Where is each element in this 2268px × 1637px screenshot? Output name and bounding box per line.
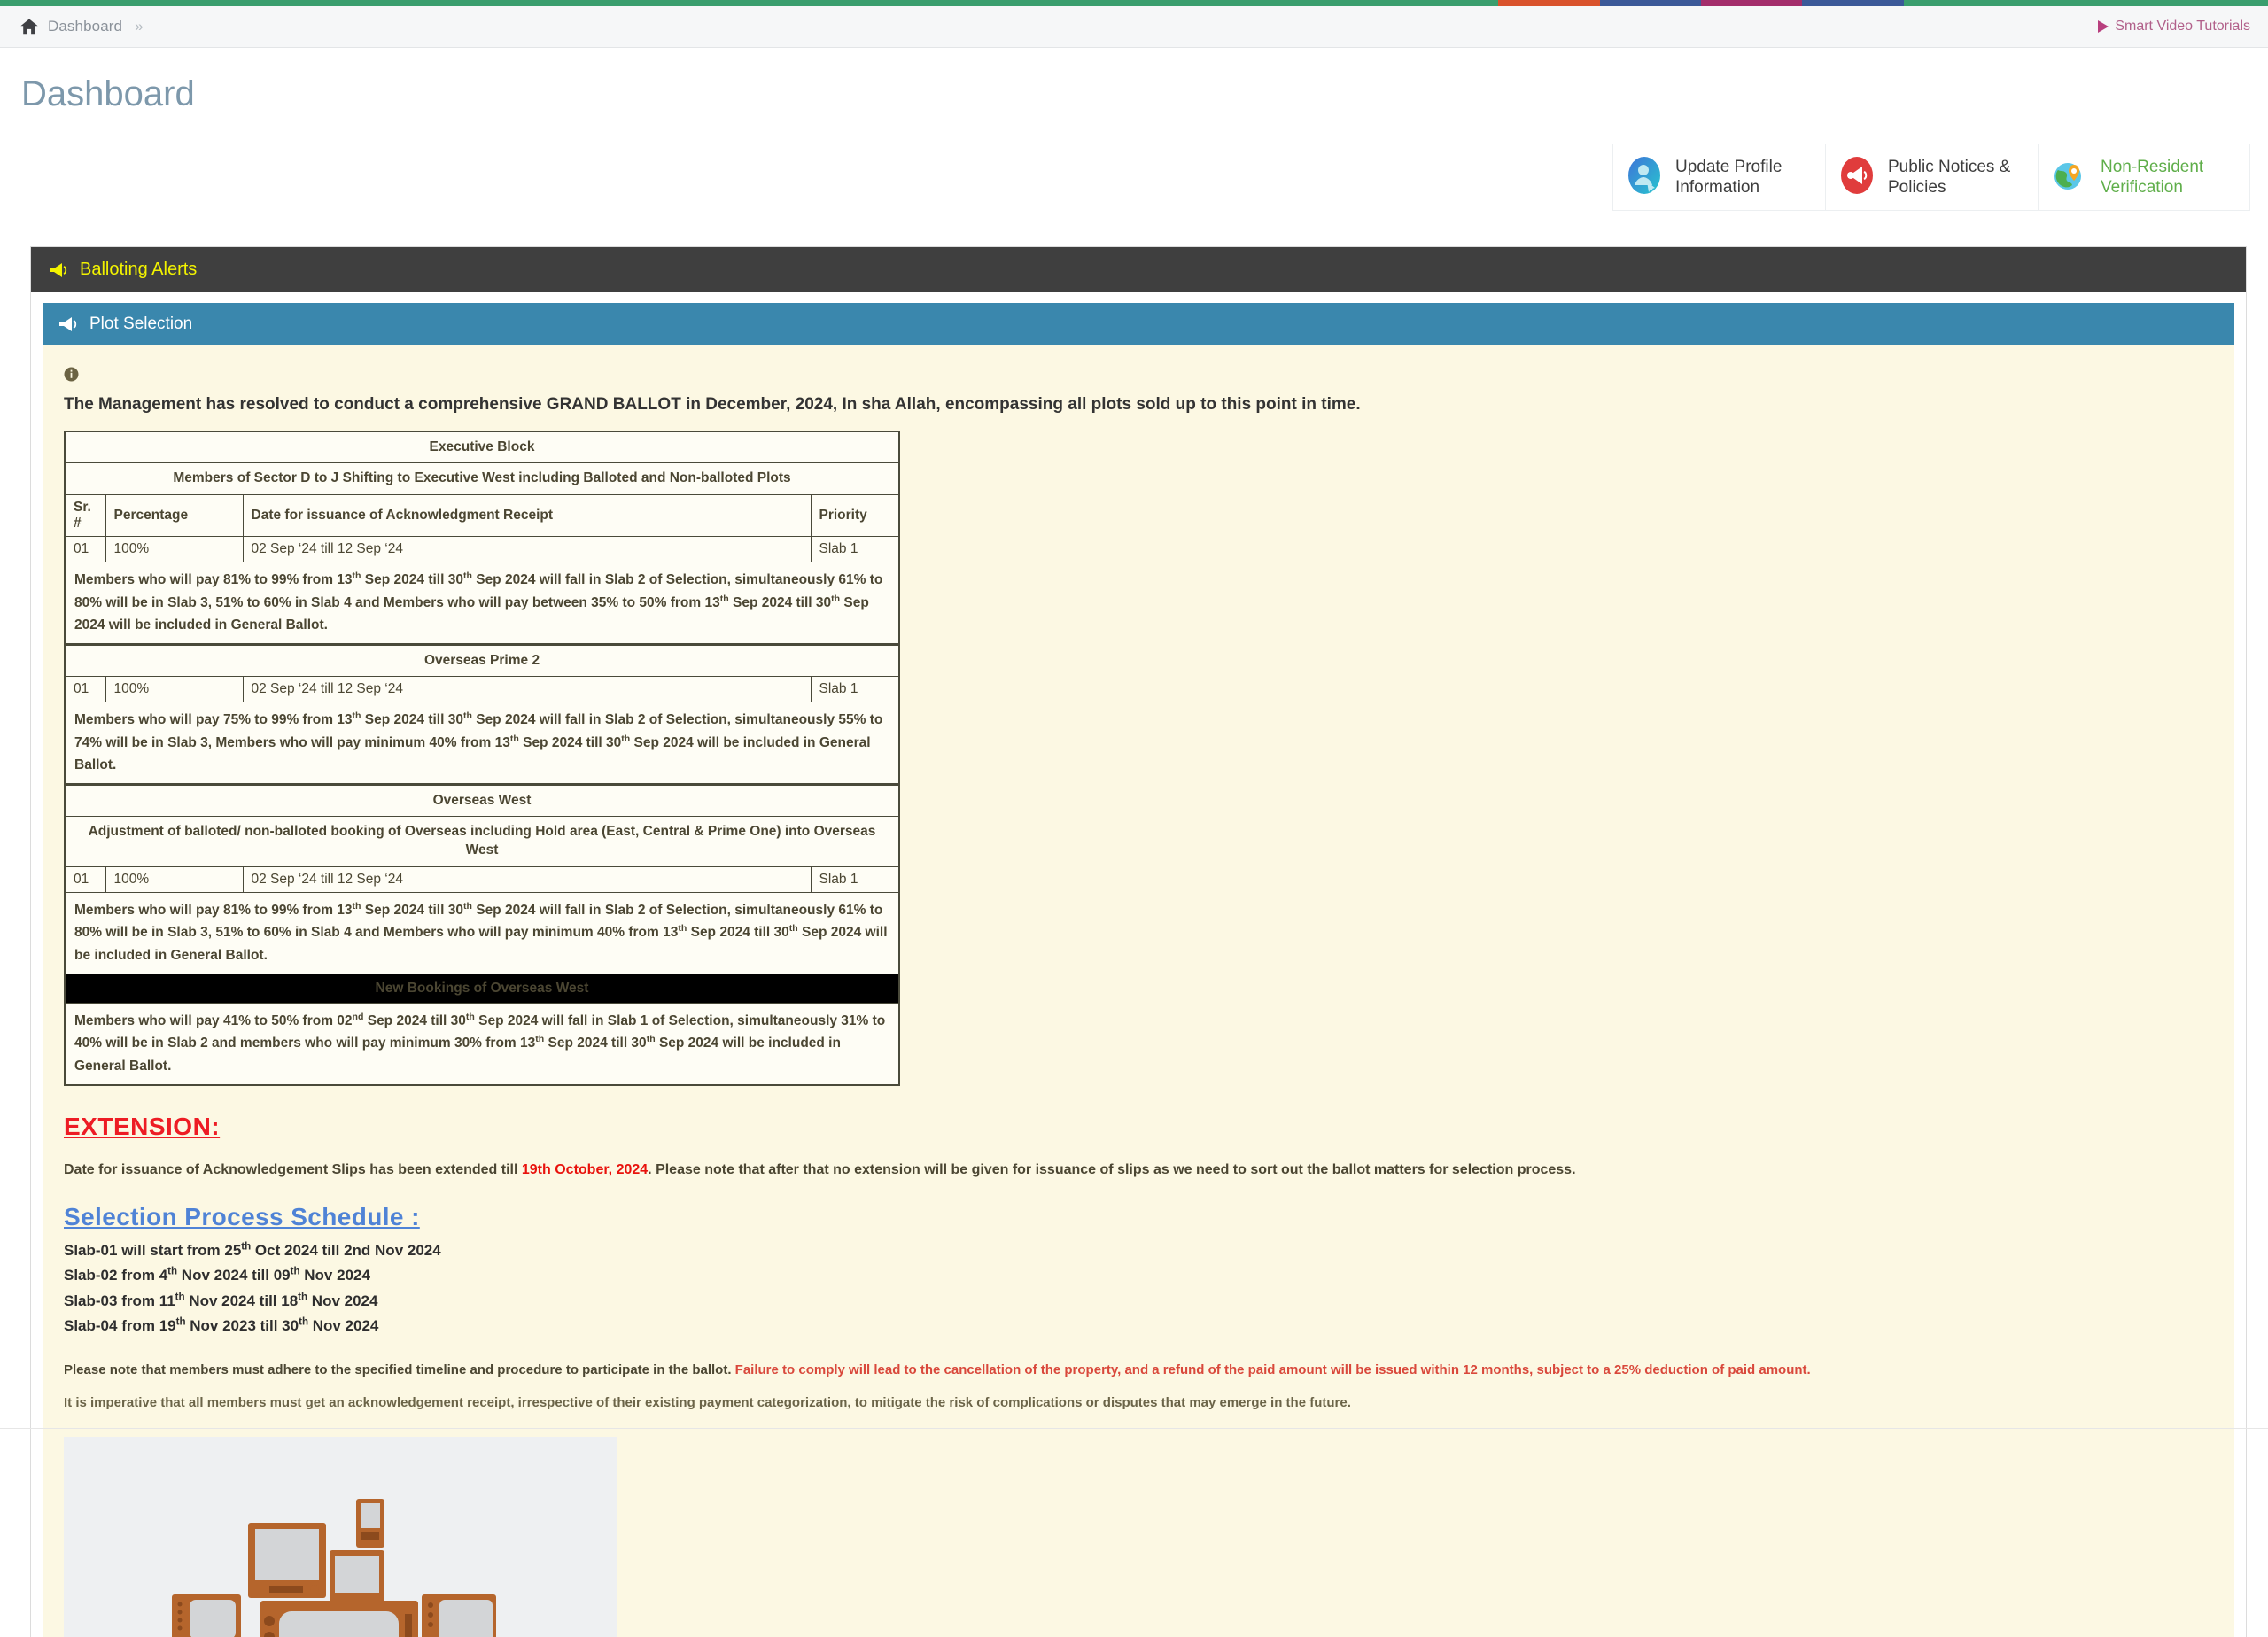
block-paragraph: Members who will pay 75% to 99% from 13t…: [64, 701, 900, 785]
table-row: Overseas West: [64, 784, 900, 817]
breadcrumb[interactable]: Dashboard »: [19, 17, 144, 36]
breadcrumb-bar: Dashboard » Smart Video Tutorials: [0, 6, 2268, 48]
compliance-note-plain: Please note that members must adhere to …: [64, 1362, 735, 1377]
col-priority: Priority: [810, 493, 900, 537]
megaphone-icon: [58, 316, 78, 332]
plot-selection-body: The Management has resolved to conduct a…: [43, 345, 2234, 1637]
plot-selection-title: Plot Selection: [89, 314, 193, 333]
table-row: Overseas Prime 2: [64, 644, 900, 677]
info-circle-icon: [64, 367, 2213, 386]
cell-sr: 01: [64, 675, 106, 702]
table-row: Members who will pay 81% to 99% from 13t…: [64, 561, 900, 645]
block-title: Overseas Prime 2: [64, 644, 900, 677]
table-row: Members who will pay 41% to 50% from 02n…: [64, 1002, 900, 1086]
play-icon: [2098, 20, 2109, 33]
user-profile-icon: [1626, 155, 1663, 200]
balloting-alerts-title: Balloting Alerts: [80, 260, 198, 279]
megaphone-icon: [49, 262, 68, 278]
col-date: Date for issuance of Acknowledgment Rece…: [242, 493, 812, 537]
plot-selection-lead-text: The Management has resolved to conduct a…: [64, 395, 1361, 414]
extension-heading: EXTENSION:: [64, 1112, 221, 1140]
ballot-table-1: Overseas Prime 2 01 100% 02 Sep ‘24 till 12…: [64, 644, 900, 785]
table-row: 01 100% 02 Sep ‘24 till 12 Sep ‘24 Slab 1: [64, 535, 900, 562]
table-header-row: Sr. # Percentage Date for issuance of Ackn…: [64, 493, 900, 537]
cell-date: 02 Sep ‘24 till 12 Sep ‘24: [242, 535, 812, 562]
update-profile-card[interactable]: Update Profile Information: [1612, 144, 1825, 211]
smart-video-tutorials-label: Smart Video Tutorials: [2115, 19, 2250, 34]
compliance-note: Please note that members must adhere to …: [64, 1362, 2213, 1377]
balloting-alerts-panel: Balloting Alerts Plot Selection The Mana…: [30, 246, 2247, 1637]
ballot-table-0: Executive Block Members of Sector D to J …: [64, 431, 900, 645]
block-title: Overseas West: [64, 784, 900, 817]
schedule-line-1: Slab-02 from 4th Nov 2024 till 09th Nov …: [64, 1266, 370, 1284]
top-accent-segment-4: [1802, 0, 1904, 6]
cell-priority: Slab 1: [810, 675, 900, 702]
update-profile-label: Update Profile Information: [1675, 157, 1783, 197]
cell-percentage: 100%: [105, 675, 244, 702]
table-row: Adjustment of balloted/ non-balloted boo…: [64, 815, 900, 867]
quick-actions-row: Update Profile Information Public Notices…: [0, 144, 2268, 211]
table-row: Members who will pay 75% to 99% from 13t…: [64, 701, 900, 785]
top-accent-segment-3: [1700, 0, 1803, 6]
balloting-alerts-body: Plot Selection The Management has resolv…: [31, 292, 2246, 1637]
table-row: Members of Sector D to J Shifting to Exe…: [64, 462, 900, 495]
col-percentage: Percentage: [105, 493, 244, 537]
table-row: 01 100% 02 Sep ‘24 till 12 Sep ‘24 Slab 1: [64, 675, 900, 702]
plot-selection-header: Plot Selection: [43, 303, 2234, 345]
col-sr: Sr. #: [64, 493, 106, 537]
page-title: Dashboard: [21, 74, 195, 113]
block-paragraph: Members who will pay 81% to 99% from 13t…: [64, 561, 900, 645]
table-row: Members who will pay 81% to 99% from 13t…: [64, 891, 900, 974]
table-row: Executive Block: [64, 431, 900, 463]
schedule-line-2: Slab-03 from 11th Nov 2024 till 18th Nov…: [64, 1292, 378, 1309]
table-row: New Bookings of Overseas West: [64, 973, 900, 1004]
ballot-table-2: Overseas West Adjustment of balloted/ non…: [64, 784, 900, 1086]
breadcrumb-label: Dashboard: [48, 18, 123, 35]
extension-text-after: . Please note that after that no extensi…: [648, 1161, 1576, 1177]
block-red-note: Members of Sector D to J Shifting to Exe…: [64, 462, 900, 495]
compliance-note-warning: Failure to comply will lead to the cance…: [734, 1362, 1811, 1377]
acknowledgement-note: It is imperative that all members must g…: [64, 1394, 1351, 1410]
cell-percentage: 100%: [105, 535, 244, 562]
cell-sr: 01: [64, 535, 106, 562]
smart-video-tutorials-link[interactable]: Smart Video Tutorials: [2098, 19, 2250, 35]
extension-paragraph: Date for issuance of Acknowledgement Sli…: [64, 1162, 2213, 1178]
cell-priority: Slab 1: [810, 535, 900, 562]
cell-percentage: 100%: [105, 865, 244, 893]
breadcrumb-separator-icon: »: [135, 18, 144, 35]
megaphone-icon: [1838, 155, 1876, 200]
retro-televisions-illustration: [64, 1436, 617, 1637]
selection-schedule-lines: Slab-01 will start from 25th Oct 2024 ti…: [64, 1238, 2213, 1339]
table-row: 01 100% 02 Sep ‘24 till 12 Sep ‘24 Slab 1: [64, 865, 900, 893]
top-accent-segment-2: [1599, 0, 1701, 6]
top-accent-segment-1: [1498, 0, 1600, 6]
block-paragraph: Members who will pay 81% to 99% from 13t…: [64, 891, 900, 974]
extension-text-before: Date for issuance of Acknowledgement Sli…: [64, 1161, 522, 1177]
new-bookings-paragraph: Members who will pay 41% to 50% from 02n…: [64, 1002, 900, 1086]
block-title: Executive Block: [64, 431, 900, 463]
top-accent-bar: [0, 0, 2268, 6]
new-bookings-band: New Bookings of Overseas West: [64, 973, 900, 1004]
ballot-tables-container: Executive Block Members of Sector D to J …: [64, 431, 2213, 1086]
top-accent-segment-0: [0, 0, 1499, 6]
non-resident-verification-card[interactable]: Non-Resident Verification: [2038, 144, 2250, 211]
globe-pin-icon: [2051, 155, 2088, 200]
top-accent-segment-5: [1903, 0, 2268, 6]
non-resident-verification-label: Non-Resident Verification: [2101, 157, 2204, 197]
home-icon: [19, 17, 39, 36]
cell-sr: 01: [64, 865, 106, 893]
selection-schedule-heading: Selection Process Schedule :: [64, 1202, 420, 1230]
cell-priority: Slab 1: [810, 865, 900, 893]
public-notices-card[interactable]: Public Notices & Policies: [1825, 144, 2038, 211]
block-red-note: Adjustment of balloted/ non-balloted boo…: [64, 815, 900, 867]
public-notices-label: Public Notices & Policies: [1888, 157, 2011, 197]
page-title-container: Dashboard: [0, 48, 2268, 112]
extension-date[interactable]: 19th October, 2024: [522, 1162, 648, 1177]
cell-date: 02 Sep ‘24 till 12 Sep ‘24: [242, 865, 812, 893]
schedule-line-0: Slab-01 will start from 25th Oct 2024 ti…: [64, 1241, 441, 1259]
balloting-alerts-header: Balloting Alerts: [31, 247, 2246, 292]
cell-date: 02 Sep ‘24 till 12 Sep ‘24: [242, 675, 812, 702]
schedule-line-3: Slab-04 from 19th Nov 2023 till 30th Nov…: [64, 1316, 379, 1335]
